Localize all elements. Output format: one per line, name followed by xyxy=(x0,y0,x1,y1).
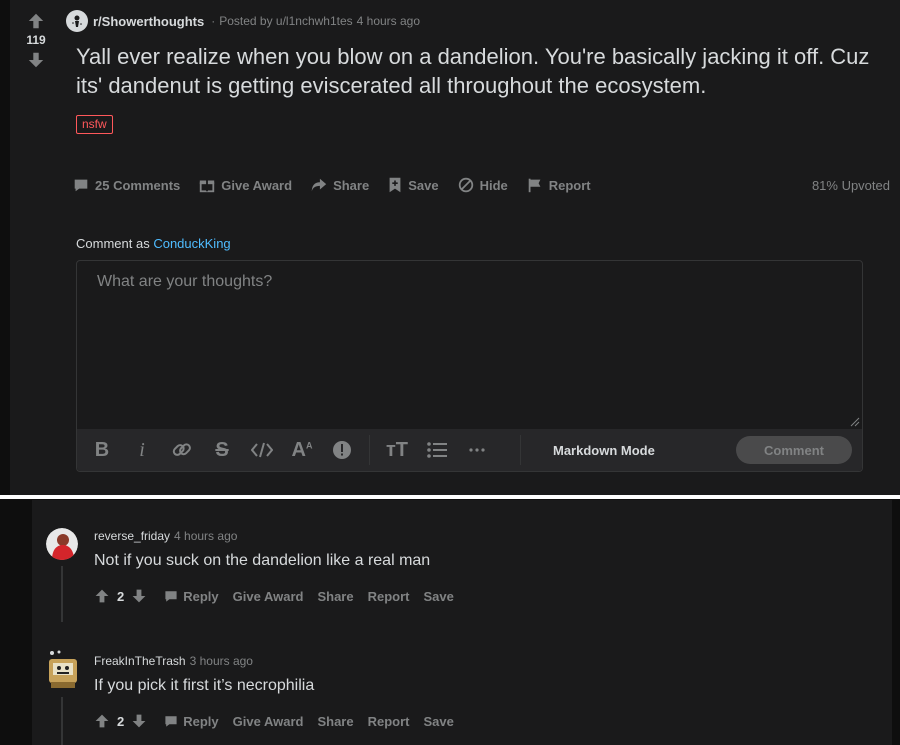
italic-icon[interactable]: i xyxy=(129,437,155,463)
upvote-icon[interactable] xyxy=(94,588,110,604)
reply-label: Reply xyxy=(183,588,219,604)
comment-input[interactable] xyxy=(77,261,862,429)
nsfw-flair: nsfw xyxy=(76,115,113,134)
bulleted-list-icon[interactable] xyxy=(424,437,450,463)
comment-editor: B i S AA ᴛT Markdown Mode Comment xyxy=(76,260,863,472)
thread-line[interactable] xyxy=(61,566,63,622)
give-award-button[interactable]: Give Award xyxy=(233,589,304,604)
comment-body: If you pick it first it’s necrophilia xyxy=(94,677,315,694)
hide-button[interactable]: Hide xyxy=(455,172,510,198)
bold-icon[interactable]: B xyxy=(89,437,115,463)
more-options-icon[interactable] xyxy=(464,437,490,463)
hide-label: Hide xyxy=(479,177,508,193)
give-award-label: Give Award xyxy=(221,177,293,193)
comment-actions: 2 Reply Give Award Share Report Save xyxy=(94,584,468,608)
comments-section: reverse_friday 4 hours ago Not if you suc… xyxy=(32,500,892,745)
comment-vote: 2 xyxy=(94,588,147,604)
avatar[interactable] xyxy=(46,650,78,688)
code-icon[interactable] xyxy=(249,437,275,463)
report-button[interactable]: Report xyxy=(368,589,410,604)
downvote-icon[interactable] xyxy=(24,49,48,71)
subreddit-icon[interactable] xyxy=(66,10,88,32)
flag-icon xyxy=(528,178,541,193)
meta-separator: · xyxy=(211,14,216,28)
comment-as-line: Comment as ConduckKing xyxy=(76,236,231,251)
comments-button[interactable]: 25 Comments xyxy=(70,172,182,198)
heading-icon[interactable]: ᴛT xyxy=(384,437,410,463)
bookmark-icon xyxy=(389,177,401,193)
comment-time: 3 hours ago xyxy=(189,654,253,668)
editor-toolbar: B i S AA ᴛT Markdown Mode Comment xyxy=(77,429,862,471)
screenshot-divider xyxy=(0,495,900,499)
hide-icon xyxy=(458,177,473,193)
strikethrough-icon[interactable]: S xyxy=(209,437,235,463)
reply-label: Reply xyxy=(183,713,219,729)
spoiler-icon[interactable] xyxy=(329,437,355,463)
share-button[interactable]: Share xyxy=(317,714,353,729)
vote-count: 119 xyxy=(26,33,46,47)
upvote-icon[interactable] xyxy=(94,713,110,729)
save-button[interactable]: Save xyxy=(423,589,453,604)
comment-icon xyxy=(74,179,88,192)
save-button[interactable]: Save xyxy=(385,172,440,198)
save-button[interactable]: Save xyxy=(423,714,453,729)
post-title[interactable]: Yall ever realize when you blow on a dan… xyxy=(76,42,896,100)
submit-comment-button[interactable]: Comment xyxy=(736,436,852,464)
report-button[interactable]: Report xyxy=(368,714,410,729)
post-meta: r/Showerthoughts · Posted by u/l1nchwh1t… xyxy=(66,10,420,32)
avatar[interactable] xyxy=(46,528,78,560)
comment-actions: 2 Reply Give Award Share Report Save xyxy=(94,709,468,733)
superscript-icon[interactable]: AA xyxy=(289,437,315,463)
post-time: 4 hours ago xyxy=(356,14,421,28)
comment-icon xyxy=(165,716,177,727)
subreddit-name[interactable]: r/Showerthoughts xyxy=(93,14,204,29)
comment-author-line: reverse_friday 4 hours ago xyxy=(94,529,237,543)
report-label: Report xyxy=(548,177,591,193)
link-icon[interactable] xyxy=(169,437,195,463)
downvote-icon[interactable] xyxy=(131,588,147,604)
share-button[interactable]: Share xyxy=(308,172,371,198)
post-actions: 25 Comments Give Award Share Save Hide R… xyxy=(70,172,900,198)
gift-icon xyxy=(200,180,215,193)
post-vote-column: 119 xyxy=(20,10,52,71)
downvote-icon[interactable] xyxy=(131,713,147,729)
comment-time: 4 hours ago xyxy=(174,529,238,543)
comments-label: 25 Comments xyxy=(95,177,181,193)
share-button[interactable]: Share xyxy=(317,589,353,604)
comment-score: 2 xyxy=(117,713,125,729)
thread-line[interactable] xyxy=(61,697,63,745)
current-username[interactable]: ConduckKing xyxy=(153,236,230,251)
give-award-button[interactable]: Give Award xyxy=(233,714,304,729)
markdown-mode-toggle[interactable]: Markdown Mode xyxy=(553,443,655,458)
toolbar-divider xyxy=(520,435,521,465)
resize-handle-icon[interactable] xyxy=(850,417,860,427)
comment-as-label: Comment as xyxy=(76,236,150,251)
give-award-button[interactable]: Give Award xyxy=(196,172,294,198)
share-icon xyxy=(311,178,327,192)
report-button[interactable]: Report xyxy=(524,172,593,198)
upvote-ratio: 81% Upvoted xyxy=(811,178,890,193)
toolbar-divider xyxy=(369,435,370,465)
upvote-icon[interactable] xyxy=(24,10,48,32)
comment-score: 2 xyxy=(117,588,125,604)
comment-vote: 2 xyxy=(94,713,147,729)
post-author[interactable]: Posted by u/l1nchwh1tes xyxy=(219,14,352,28)
comment-body: Not if you suck on the dandelion like a … xyxy=(94,552,431,569)
post-card: 119 r/Showerthoughts · Posted by u/l1nch… xyxy=(10,0,900,495)
save-label: Save xyxy=(408,177,439,193)
reply-button[interactable]: Reply xyxy=(163,588,219,604)
reply-button[interactable]: Reply xyxy=(163,713,219,729)
comment-author[interactable]: FreakInTheTrash xyxy=(94,654,186,668)
comment-icon xyxy=(165,591,177,602)
comment-author[interactable]: reverse_friday xyxy=(94,529,170,543)
comment-author-line: FreakInTheTrash 3 hours ago xyxy=(94,654,253,668)
share-label: Share xyxy=(333,177,370,193)
